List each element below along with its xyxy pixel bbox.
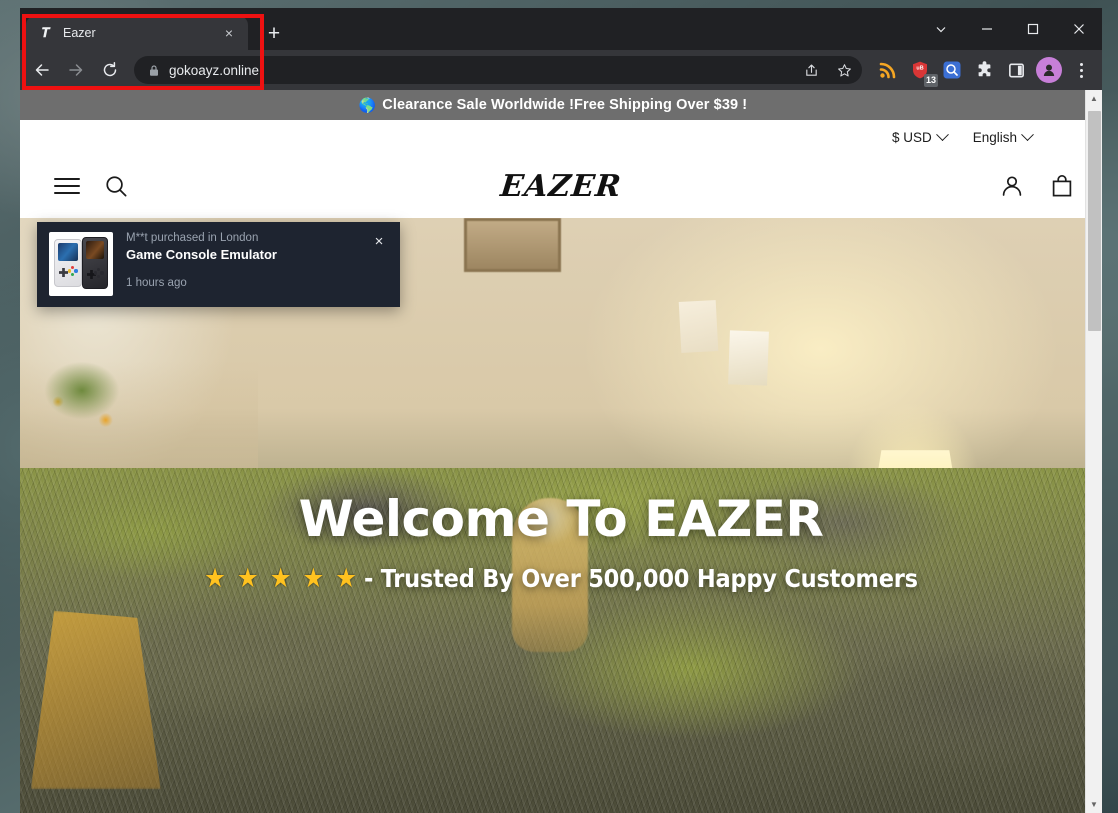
console-screen bbox=[86, 241, 104, 259]
browser-tab[interactable]: 𝑻 Eazer × bbox=[26, 16, 248, 50]
svg-text:uB: uB bbox=[916, 65, 923, 71]
scroll-down-arrow[interactable]: ▼ bbox=[1086, 796, 1103, 813]
product-thumbnail bbox=[49, 232, 113, 296]
profile-avatar[interactable] bbox=[1036, 57, 1062, 83]
browser-window: 𝑻 Eazer × + gokoayz.online uB 13 🌎 Clear… bbox=[20, 8, 1102, 813]
purchase-time-ago: 1 hours ago bbox=[126, 277, 187, 289]
header-left-group bbox=[54, 174, 129, 199]
currency-selector[interactable]: $ USD bbox=[891, 127, 949, 145]
hero-wall-photo-1 bbox=[678, 300, 719, 353]
globe-icon: 🌎 bbox=[358, 96, 377, 113]
hero-wall-photo-2 bbox=[727, 330, 769, 386]
chevron-down-icon bbox=[1021, 127, 1034, 141]
site-favicon: 𝑻 bbox=[42, 25, 50, 40]
address-bar-url: gokoayz.online bbox=[169, 62, 260, 78]
minimize-button[interactable] bbox=[964, 8, 1010, 50]
button-cluster bbox=[94, 268, 104, 278]
rss-feed-extension-icon[interactable] bbox=[874, 56, 902, 84]
three-dot-menu-icon[interactable] bbox=[1068, 56, 1094, 84]
scrollbar-track[interactable] bbox=[1086, 107, 1102, 796]
handheld-console-white bbox=[54, 239, 82, 287]
tab-strip: 𝑻 Eazer × + bbox=[20, 8, 1102, 50]
language-selector[interactable]: English bbox=[972, 127, 1034, 145]
search-icon[interactable] bbox=[104, 174, 129, 199]
dpad-icon bbox=[59, 268, 68, 277]
reload-icon[interactable] bbox=[94, 54, 126, 86]
hamburger-menu-icon[interactable] bbox=[54, 178, 80, 194]
lock-icon bbox=[148, 64, 160, 77]
extension-badge-count: 13 bbox=[923, 74, 938, 87]
close-window-button[interactable] bbox=[1056, 8, 1102, 50]
browser-toolbar: gokoayz.online uB 13 bbox=[20, 50, 1102, 90]
forward-arrow-icon[interactable] bbox=[60, 54, 92, 86]
announcement-text: Clearance Sale Worldwide !Free Shipping … bbox=[382, 97, 748, 113]
close-tab-icon[interactable]: × bbox=[220, 24, 238, 42]
language-label: English bbox=[972, 129, 1017, 145]
handheld-console-black bbox=[82, 237, 108, 289]
close-popup-icon[interactable]: × bbox=[370, 232, 388, 250]
shield-blocker-extension-icon[interactable]: uB 13 bbox=[906, 56, 938, 87]
address-bar[interactable]: gokoayz.online bbox=[134, 56, 862, 84]
purchased-product-name[interactable]: Game Console Emulator bbox=[126, 247, 357, 262]
maximize-button[interactable] bbox=[1010, 8, 1056, 50]
site-header: EAZER bbox=[20, 154, 1102, 218]
share-icon[interactable] bbox=[799, 58, 823, 82]
sales-notification-popup[interactable]: M**t purchased in London Game Console Em… bbox=[37, 222, 400, 307]
currency-label: $ USD bbox=[891, 129, 932, 145]
button-cluster bbox=[68, 266, 78, 276]
tab-title: Eazer bbox=[63, 26, 96, 40]
hero-wall-art bbox=[463, 218, 561, 272]
shopping-bag-icon[interactable] bbox=[1050, 174, 1074, 198]
extensions-puzzle-icon[interactable] bbox=[970, 56, 998, 84]
scrollbar-thumb[interactable] bbox=[1088, 111, 1101, 331]
bookmark-star-icon[interactable] bbox=[832, 58, 856, 82]
page-scrollbar[interactable]: ▲ ▼ bbox=[1085, 90, 1102, 813]
new-tab-button[interactable]: + bbox=[260, 19, 288, 47]
hero-plush-doll bbox=[512, 497, 589, 653]
tab-search-chevron-icon[interactable] bbox=[918, 8, 964, 50]
account-icon[interactable] bbox=[1000, 174, 1024, 198]
console-screen bbox=[58, 243, 78, 261]
side-panel-icon[interactable] bbox=[1002, 56, 1030, 84]
purchase-meta-text: M**t purchased in London bbox=[126, 232, 259, 244]
chevron-down-icon bbox=[935, 127, 949, 141]
site-logo[interactable]: EAZER bbox=[20, 169, 1102, 204]
window-controls bbox=[918, 8, 1102, 50]
sales-notification-body: M**t purchased in London Game Console Em… bbox=[126, 232, 357, 289]
announcement-bar: 🌎 Clearance Sale Worldwide !Free Shippin… bbox=[20, 90, 1102, 120]
page-viewport: 🌎 Clearance Sale Worldwide !Free Shippin… bbox=[20, 90, 1102, 813]
search-extension-icon[interactable] bbox=[938, 56, 966, 84]
utility-bar: $ USD English bbox=[20, 120, 1102, 154]
hero-banner: Welcome To EAZER ★ ★ ★ ★ ★ - Trusted By … bbox=[20, 218, 1102, 813]
back-arrow-icon[interactable] bbox=[26, 54, 58, 86]
scroll-up-arrow[interactable]: ▲ bbox=[1086, 90, 1103, 107]
header-right-group bbox=[1000, 174, 1074, 198]
